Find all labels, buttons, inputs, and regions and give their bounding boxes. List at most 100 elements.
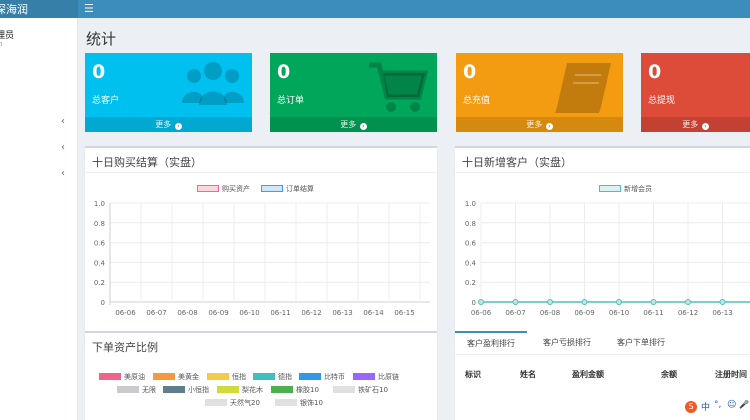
- panel-title: 下单资产比例: [92, 341, 158, 354]
- column-header-id: 标识: [465, 370, 481, 379]
- legend-item-asset[interactable]: 恒指: [207, 372, 246, 382]
- x-tick-label: 06-07: [146, 309, 166, 317]
- brand-logo[interactable]: 深海润: [0, 0, 78, 18]
- y-tick-label: 0.4: [94, 259, 106, 267]
- legend-label: 美原油: [124, 373, 145, 381]
- stat-more-link[interactable]: 更多 ›: [641, 117, 750, 132]
- legend-item-asset[interactable]: 铁矿石10: [333, 385, 388, 395]
- ime-language-icon[interactable]: 中: [701, 400, 710, 413]
- sidebar-item-2-chevron-icon[interactable]: ‹: [59, 142, 67, 153]
- panel-divider: [85, 172, 437, 173]
- legend-item-asset[interactable]: 银饰10: [275, 398, 323, 408]
- column-header-profit: 盈利金额: [572, 370, 604, 379]
- legend-label: 橡胶10: [296, 386, 319, 394]
- legend-swatch: [271, 386, 293, 393]
- legend-swatch: [207, 373, 229, 380]
- legend-swatch: [353, 373, 375, 380]
- x-tick-label: 06-06: [471, 309, 492, 317]
- y-tick-label: 0.2: [465, 279, 476, 287]
- y-tick-label: 0.4: [465, 259, 477, 267]
- stat-box-deposits: 0 总充值 更多 ›: [456, 53, 623, 132]
- legend-swatch: [205, 399, 227, 406]
- ime-toolbar[interactable]: S 中 °, ☺ 🎤: [683, 399, 750, 415]
- legend-item-asset[interactable]: 美黄金: [153, 372, 199, 382]
- ime-punctuation-icon[interactable]: °,: [714, 400, 721, 410]
- legend-label: 德指: [278, 373, 292, 381]
- x-tick-label: 06-14: [363, 309, 384, 317]
- stat-more-link[interactable]: 更多 ›: [456, 117, 623, 132]
- legend-item-asset[interactable]: 德指: [253, 372, 292, 382]
- top-navbar: 深海润 ☰: [0, 0, 750, 18]
- x-tick-label: 06-10: [239, 309, 259, 317]
- column-header-balance: 余额: [661, 370, 677, 379]
- ranking-tabs: 客户盈利排行 客户亏损排行 客户下单排行: [455, 331, 750, 355]
- ime-emoji-icon[interactable]: ☺: [727, 400, 736, 410]
- legend-label: 美黄金: [178, 373, 199, 381]
- menu-toggle-icon[interactable]: ☰: [84, 0, 96, 18]
- legend-item-asset[interactable]: 无限: [117, 385, 156, 395]
- legend-item-asset[interactable]: 橡胶10: [271, 385, 319, 395]
- sogou-logo-icon: S: [685, 401, 697, 413]
- x-tick-label: 06-13: [712, 309, 732, 317]
- y-tick-label: 0.2: [94, 279, 105, 287]
- x-tick-label: 06-07: [505, 309, 525, 317]
- legend-swatch: [153, 373, 175, 380]
- legend-label: 天然气20: [230, 399, 260, 407]
- legend-item-asset[interactable]: 天然气20: [205, 398, 260, 408]
- legend-label: 比特币: [324, 373, 345, 381]
- legend-swatch: [117, 386, 139, 393]
- legend-item-asset[interactable]: 比原链: [353, 372, 399, 382]
- legend-item-asset[interactable]: 梨花木: [217, 385, 263, 395]
- stat-more-link[interactable]: 更多 ›: [85, 117, 252, 132]
- legend-item-asset[interactable]: 比特币: [299, 372, 345, 382]
- brand-text: 深海润: [0, 3, 28, 16]
- users-icon: [182, 62, 244, 105]
- data-point: [650, 299, 657, 305]
- panel-title: 十日购买结算（实盘）: [92, 156, 202, 169]
- ime-mic-icon[interactable]: 🎤: [739, 400, 749, 409]
- legend-swatch: [217, 386, 239, 393]
- data-point: [719, 299, 726, 305]
- stat-value: 0: [277, 61, 291, 83]
- tab-profit-ranking[interactable]: 客户盈利排行: [455, 331, 527, 355]
- legend-swatch: [253, 373, 275, 380]
- data-point: [547, 299, 553, 305]
- x-tick-label: 06-10: [609, 309, 629, 317]
- cart-icon: [369, 62, 429, 112]
- stat-box-orders: 0 总订单 更多 ›: [270, 53, 437, 132]
- sidebar-item-3-chevron-icon[interactable]: ‹: [59, 168, 67, 179]
- legend-label: 梨花木: [242, 386, 263, 394]
- x-tick-label: 06-08: [177, 309, 197, 317]
- x-tick-label: 06-06: [115, 309, 136, 317]
- legend-swatch: [99, 373, 121, 380]
- legend-swatch: [163, 386, 185, 393]
- y-tick-label: 1.0: [94, 200, 105, 208]
- stat-label: 总充值: [463, 96, 491, 106]
- stat-label: 总提现: [648, 96, 676, 106]
- legend-label: 小恒指: [188, 386, 209, 394]
- arrow-circle-right-icon: ›: [359, 123, 367, 130]
- column-header-register-time: 注册时间: [715, 370, 747, 379]
- panel-divider: [455, 172, 750, 173]
- new-customers-chart: 0 0.2 0.4 0.6 0.8 1.0 06-06 06-07 06-08 06-09 06-1…: [465, 200, 750, 317]
- x-tick-label: 06-09: [208, 309, 228, 317]
- y-tick-label: 0.6: [465, 240, 477, 248]
- tab-order-ranking[interactable]: 客户下单排行: [605, 331, 677, 355]
- legend-swatch: [299, 373, 321, 380]
- legend-item-asset[interactable]: 美原油: [99, 372, 145, 382]
- legend-item-asset[interactable]: 小恒指: [163, 385, 209, 395]
- legend-swatch: [275, 399, 297, 406]
- page-title: 统计: [86, 30, 117, 48]
- sidebar: 理员 n ‹ ‹ ‹: [0, 18, 78, 420]
- buy-settlement-chart: 0 0.2 0.4 0.6 0.8 1.0 06-06 06-07 06-08 06-09 06-1…: [94, 200, 430, 317]
- y-tick-label: 0: [101, 299, 105, 307]
- data-point: [581, 299, 588, 305]
- tab-loss-ranking[interactable]: 客户亏损排行: [531, 331, 603, 355]
- legend-label: 恒指: [232, 373, 246, 381]
- arrow-circle-right-icon: ›: [701, 123, 709, 130]
- sidebar-item-1-chevron-icon[interactable]: ‹: [59, 116, 67, 127]
- x-tick-label: 06-13: [332, 309, 352, 317]
- stat-more-link[interactable]: 更多 ›: [270, 117, 437, 132]
- y-tick-label: 0.6: [94, 240, 106, 248]
- stat-value: 0: [92, 61, 106, 83]
